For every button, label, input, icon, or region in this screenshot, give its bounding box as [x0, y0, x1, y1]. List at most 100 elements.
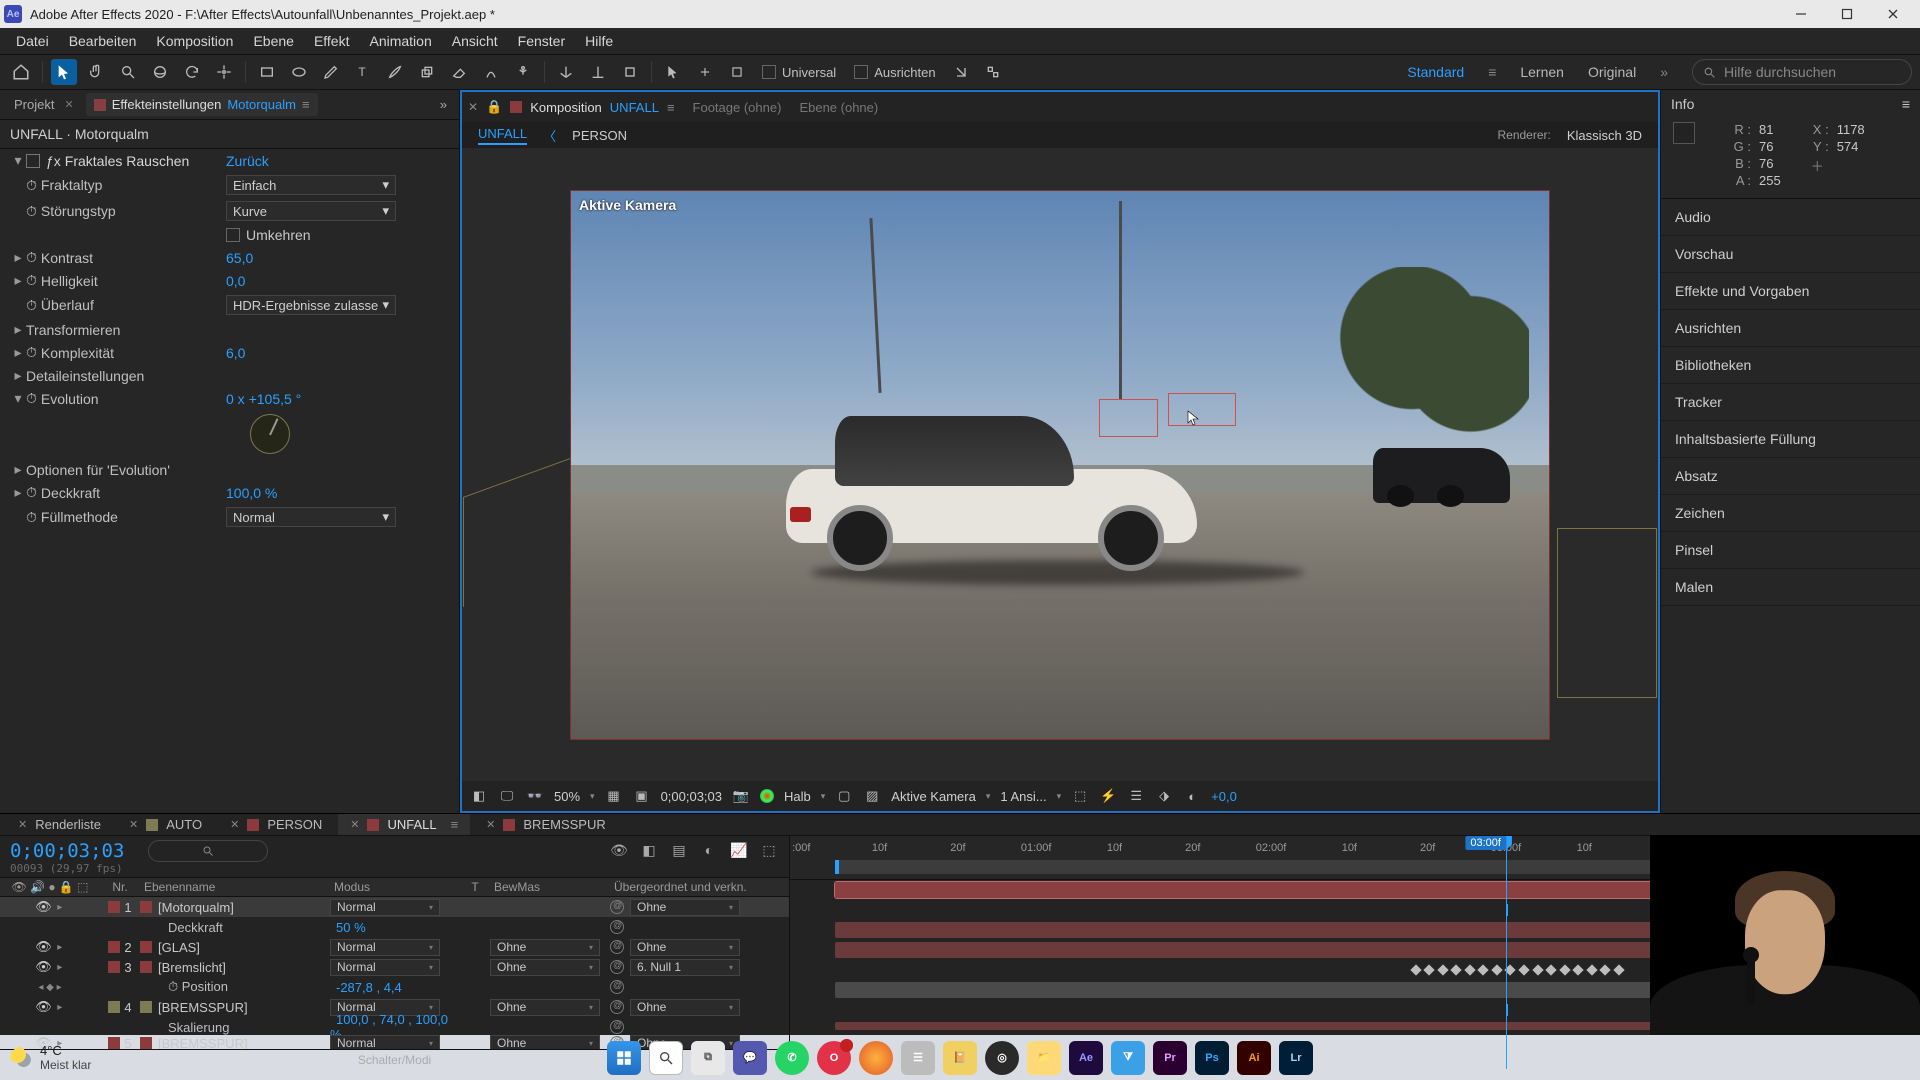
parent-dropdown[interactable]: Ohne — [630, 899, 740, 916]
hand-tool[interactable] — [83, 59, 109, 85]
current-time[interactable]: 0;00;03;03 — [10, 840, 124, 862]
prop-detail[interactable]: ▸ Detaileinstellungen — [0, 364, 459, 387]
comp-tab-name[interactable]: UNFALL — [610, 100, 659, 115]
prop-evolution-opts[interactable]: ▸ Optionen für 'Evolution' — [0, 458, 459, 481]
trkmat-dropdown[interactable]: Ohne — [490, 1035, 600, 1050]
menu-ebene[interactable]: Ebene — [243, 30, 303, 52]
keyframe[interactable] — [1410, 964, 1421, 975]
minimize-button[interactable] — [1778, 0, 1824, 28]
panel-vorschau[interactable]: Vorschau — [1661, 236, 1920, 273]
timeline-search[interactable] — [148, 840, 268, 862]
keyframe[interactable] — [1437, 964, 1448, 975]
taskbar-taskview-icon[interactable]: ⧉ — [691, 1041, 725, 1075]
monitor-icon[interactable]: 🖵 — [498, 787, 516, 805]
workspace-overflow-icon[interactable]: » — [1660, 64, 1668, 80]
tab-project[interactable]: Projekt✕ — [6, 93, 82, 116]
prop-transformieren[interactable]: ▸ Transformieren — [0, 318, 459, 341]
keyframe[interactable] — [1559, 964, 1570, 975]
parent-dropdown[interactable]: Ohne — [630, 999, 740, 1016]
taskbar-vscode-icon[interactable]: ⧩ — [1111, 1041, 1145, 1075]
prop-evolution[interactable]: ▾ ⏱ Evolution 0 x +105,5 ° — [0, 387, 459, 410]
keyframe[interactable] — [1613, 964, 1624, 975]
mode-dropdown[interactable]: Normal — [330, 1035, 440, 1050]
rotate-tool[interactable] — [179, 59, 205, 85]
lock-icon[interactable]: 🔒 — [486, 99, 502, 115]
ueberlauf-dropdown[interactable]: HDR-Ergebnisse zulasse▾ — [226, 295, 396, 315]
prop-kontrast[interactable]: ▸ ⏱ Kontrast 65,0 — [0, 246, 459, 269]
prop-ueberlauf[interactable]: ⏱ Überlauf HDR-Ergebnisse zulasse▾ — [0, 292, 459, 318]
taskbar-app-icon[interactable]: ☰ — [901, 1041, 935, 1075]
info-panel-menu-icon[interactable]: ≡ — [1902, 96, 1910, 112]
taskbar-app2-icon[interactable]: 📔 — [943, 1041, 977, 1075]
mask-icon[interactable]: 👓 — [526, 787, 544, 805]
puppet-tool[interactable] — [510, 59, 536, 85]
guides-icon[interactable]: ▦ — [605, 787, 623, 805]
taskbar-ps-icon[interactable]: Ps — [1195, 1041, 1229, 1075]
keyframe[interactable] — [1491, 964, 1502, 975]
fuellmethode-dropdown[interactable]: Normal▾ — [226, 507, 396, 527]
layer-row[interactable]: 👁 ▸ 2 [GLAS] Normal Ohne Ohne — [0, 937, 789, 957]
mode-dropdown[interactable]: Normal — [330, 959, 440, 976]
render-time-icon[interactable]: ⬚ — [759, 840, 779, 860]
workspace-original[interactable]: Original — [1588, 64, 1636, 80]
pickwhip-icon[interactable] — [610, 900, 624, 914]
comp-tab-menu[interactable]: ≡ — [667, 100, 675, 115]
snap-add-icon[interactable] — [692, 59, 718, 85]
footage-tab[interactable]: Footage (ohne) — [693, 100, 782, 115]
crumb-unfall[interactable]: UNFALL — [478, 126, 527, 145]
current-time-indicator[interactable] — [1506, 836, 1507, 1069]
panel-overflow-icon[interactable]: » — [434, 97, 453, 112]
maximize-button[interactable] — [1824, 0, 1870, 28]
menu-fenster[interactable]: Fenster — [508, 30, 575, 52]
roto-tool[interactable] — [478, 59, 504, 85]
tab-auto[interactable]: ✕AUTO — [117, 814, 214, 835]
keyframe[interactable] — [1464, 964, 1475, 975]
ebene-tab[interactable]: Ebene (ohne) — [799, 100, 878, 115]
anchor-tool[interactable] — [211, 59, 237, 85]
panel-effekte[interactable]: Effekte und Vorgaben — [1661, 273, 1920, 310]
taskbar-search-icon[interactable] — [649, 1041, 683, 1075]
prop-helligkeit[interactable]: ▸ ⏱ Helligkeit 0,0 — [0, 269, 459, 292]
tab-renderliste[interactable]: ✕Renderliste — [6, 814, 113, 835]
pickwhip-icon[interactable] — [610, 1000, 624, 1014]
taskbar-lr-icon[interactable]: Lr — [1279, 1041, 1313, 1075]
snap-proximity-icon[interactable] — [980, 59, 1006, 85]
text-tool[interactable]: T — [350, 59, 376, 85]
panel-malen[interactable]: Malen — [1661, 569, 1920, 606]
taskbar-chat-icon[interactable]: 💬 — [733, 1041, 767, 1075]
home-button[interactable] — [8, 59, 34, 85]
pickwhip-icon[interactable] — [610, 1020, 624, 1034]
menu-hilfe[interactable]: Hilfe — [575, 30, 623, 52]
fast-previews-icon[interactable]: ⚡ — [1099, 787, 1117, 805]
timeline-icon[interactable]: ☰ — [1127, 787, 1145, 805]
pickwhip-icon[interactable] — [610, 960, 624, 974]
snap-edge-icon[interactable] — [948, 59, 974, 85]
menu-ansicht[interactable]: Ansicht — [442, 30, 508, 52]
prop-komplexitaet[interactable]: ▸ ⏱ Komplexität 6,0 — [0, 341, 459, 364]
pickwhip-icon[interactable] — [610, 920, 624, 934]
local-axis-button[interactable] — [553, 59, 579, 85]
keyframe[interactable] — [1532, 964, 1543, 975]
prop-deckkraft[interactable]: ▸ ⏱ Deckkraft 100,0 % — [0, 481, 459, 504]
taskbar-ae-icon[interactable]: Ae — [1069, 1041, 1103, 1075]
camera-dropdown[interactable]: Aktive Kamera — [891, 789, 990, 804]
menu-bearbeiten[interactable]: Bearbeiten — [59, 30, 147, 52]
renderer-value[interactable]: Klassisch 3D — [1567, 128, 1642, 143]
comp-tab-close[interactable]: ✕ — [468, 100, 478, 114]
safe-zones-icon[interactable]: ▣ — [633, 787, 651, 805]
panel-inhaltsfuellung[interactable]: Inhaltsbasierte Füllung — [1661, 421, 1920, 458]
tab-unfall[interactable]: ✕UNFALL≡ — [338, 814, 470, 835]
keyframe[interactable] — [1451, 964, 1462, 975]
panel-zeichen[interactable]: Zeichen — [1661, 495, 1920, 532]
viewport[interactable]: Aktive Kamera — [462, 148, 1658, 781]
mode-dropdown[interactable]: Normal — [330, 899, 440, 916]
property-row[interactable]: ◂ ◆ ▸ ⏱ Position -287,8 , 4,4 — [0, 977, 789, 997]
menu-komposition[interactable]: Komposition — [146, 30, 243, 52]
close-button[interactable] — [1870, 0, 1916, 28]
taskbar-explorer-icon[interactable]: 📁 — [1027, 1041, 1061, 1075]
transparency-grid-icon[interactable]: ▨ — [863, 787, 881, 805]
panel-pinsel[interactable]: Pinsel — [1661, 532, 1920, 569]
eraser-tool[interactable] — [446, 59, 472, 85]
layer-row[interactable]: 👁 ▸ 1 [Motorqualm] Normal Ohne — [0, 897, 789, 917]
channels-icon[interactable] — [760, 789, 774, 803]
